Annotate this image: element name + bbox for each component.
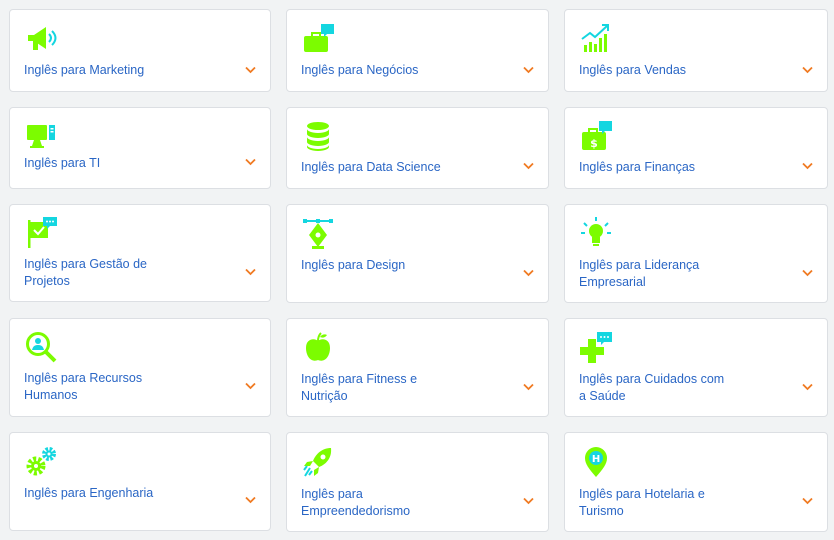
course-card-vendas[interactable]: Inglês para Vendas	[564, 9, 828, 92]
course-label: Inglês para Empreendedorismo	[301, 487, 411, 518]
chevron-down-icon[interactable]	[245, 66, 256, 74]
megaphone-icon	[24, 23, 58, 57]
chevron-down-icon[interactable]	[523, 66, 534, 74]
apple-icon	[301, 331, 335, 365]
course-label: Inglês para Hotelaria e Turismo	[579, 487, 705, 518]
course-label: Inglês para Negócios	[301, 63, 419, 77]
course-card-empreendedorismo[interactable]: Inglês para Empreendedorismo	[286, 432, 549, 532]
project-flag-icon	[24, 216, 58, 250]
chevron-down-icon[interactable]	[523, 383, 534, 391]
briefcase-chat-icon	[301, 23, 335, 57]
course-label: Inglês para Data Science	[301, 160, 441, 174]
course-card-fitness-nutricao[interactable]: Inglês para Fitness e Nutrição	[286, 318, 549, 417]
chevron-down-icon[interactable]	[245, 382, 256, 390]
course-label: Inglês para TI	[24, 156, 101, 170]
svg-text:H: H	[592, 454, 600, 465]
course-label: Inglês para Marketing	[24, 63, 145, 77]
chevron-down-icon[interactable]	[523, 269, 534, 277]
course-label: Inglês para Gestão de Projetos	[24, 257, 147, 288]
growth-chart-icon	[579, 23, 613, 57]
hotel-pin-icon: H	[579, 444, 613, 478]
course-card-data-science[interactable]: Inglês para Data Science	[286, 107, 549, 189]
chevron-down-icon[interactable]	[802, 162, 813, 170]
svg-text:$: $	[590, 137, 598, 150]
gears-icon	[24, 445, 58, 479]
chevron-down-icon[interactable]	[802, 269, 813, 277]
chevron-down-icon[interactable]	[523, 162, 534, 170]
chevron-down-icon[interactable]	[802, 497, 813, 505]
course-label: Inglês para Liderança Empresarial	[579, 258, 700, 289]
course-card-gestao-projetos[interactable]: Inglês para Gestão de Projetos	[9, 204, 271, 302]
course-card-recursos-humanos[interactable]: Inglês para Recursos Humanos	[9, 318, 271, 417]
course-card-marketing[interactable]: Inglês para Marketing	[9, 9, 271, 92]
computer-icon	[24, 120, 58, 154]
course-card-hotelaria-turismo[interactable]: H Inglês para Hotelaria e Turismo	[564, 432, 828, 532]
course-label: Inglês para Design	[301, 258, 406, 272]
chevron-down-icon[interactable]	[802, 66, 813, 74]
course-card-ti[interactable]: Inglês para TI	[9, 107, 271, 189]
chevron-down-icon[interactable]	[245, 496, 256, 504]
database-icon	[301, 120, 335, 154]
course-card-financas[interactable]: $ Inglês para Finanças	[564, 107, 828, 189]
chevron-down-icon[interactable]	[523, 497, 534, 505]
course-card-design[interactable]: Inglês para Design	[286, 204, 549, 303]
course-label: Inglês para Fitness e Nutrição	[301, 372, 418, 403]
course-card-negocios[interactable]: Inglês para Negócios	[286, 9, 549, 92]
course-label: Inglês para Cuidados com a Saúde	[579, 372, 725, 403]
course-label: Inglês para Vendas	[579, 63, 687, 77]
lightbulb-icon	[579, 216, 613, 250]
rocket-icon	[301, 445, 335, 479]
course-card-engenharia[interactable]: Inglês para Engenharia	[9, 432, 271, 531]
course-label: Inglês para Finanças	[579, 160, 696, 174]
chevron-down-icon[interactable]	[245, 158, 256, 166]
chevron-down-icon[interactable]	[245, 268, 256, 276]
course-card-cuidados-saude[interactable]: Inglês para Cuidados com a Saúde	[564, 318, 828, 417]
course-label: Inglês para Engenharia	[24, 486, 154, 500]
course-card-lideranca[interactable]: Inglês para Liderança Empresarial	[564, 204, 828, 303]
person-search-icon	[24, 330, 58, 364]
course-label: Inglês para Recursos Humanos	[24, 371, 143, 402]
pen-tool-icon	[301, 216, 335, 250]
money-bag-icon: $	[579, 120, 613, 154]
chevron-down-icon[interactable]	[802, 383, 813, 391]
health-cross-chat-icon	[579, 331, 613, 365]
